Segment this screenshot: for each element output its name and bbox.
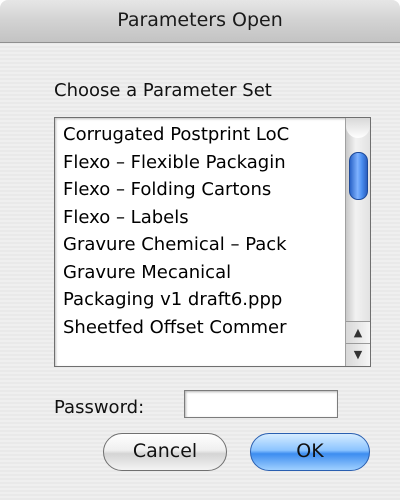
parameters-open-dialog: Parameters Open Choose a Parameter Set C… [0, 0, 400, 500]
parameter-set-label: Choose a Parameter Set [54, 80, 272, 101]
list-item[interactable]: Sheetfed Offset Commer [63, 314, 345, 342]
list-item[interactable]: Flexo – Folding Cartons [63, 176, 345, 204]
ok-button[interactable]: OK [250, 433, 370, 471]
list-item[interactable]: Gravure Mecanical [63, 259, 345, 287]
scroll-down-arrow-icon[interactable]: ▼ [346, 343, 370, 366]
list-item[interactable]: Corrugated Postprint LoC [63, 121, 345, 149]
cancel-button[interactable]: Cancel [103, 433, 227, 471]
parameter-set-list[interactable]: Corrugated Postprint LoC Flexo – Flexibl… [54, 117, 371, 367]
window-title: Parameters Open [117, 9, 283, 31]
password-label: Password: [54, 397, 145, 418]
scrollbar-thumb[interactable] [349, 152, 368, 200]
list-items: Corrugated Postprint LoC Flexo – Flexibl… [63, 121, 345, 341]
vertical-scrollbar[interactable]: ▲ ▼ [345, 118, 370, 366]
scrollbar-track-cap [346, 118, 370, 138]
title-bar[interactable]: Parameters Open [0, 0, 400, 43]
list-item[interactable]: Flexo – Flexible Packagin [63, 149, 345, 177]
scroll-up-arrow-icon[interactable]: ▲ [346, 321, 370, 344]
list-item[interactable]: Gravure Chemical – Pack [63, 231, 345, 259]
list-item[interactable]: Flexo – Labels [63, 204, 345, 232]
list-item[interactable]: Packaging v1 draft6.ppp [63, 286, 345, 314]
password-input[interactable] [184, 390, 338, 418]
